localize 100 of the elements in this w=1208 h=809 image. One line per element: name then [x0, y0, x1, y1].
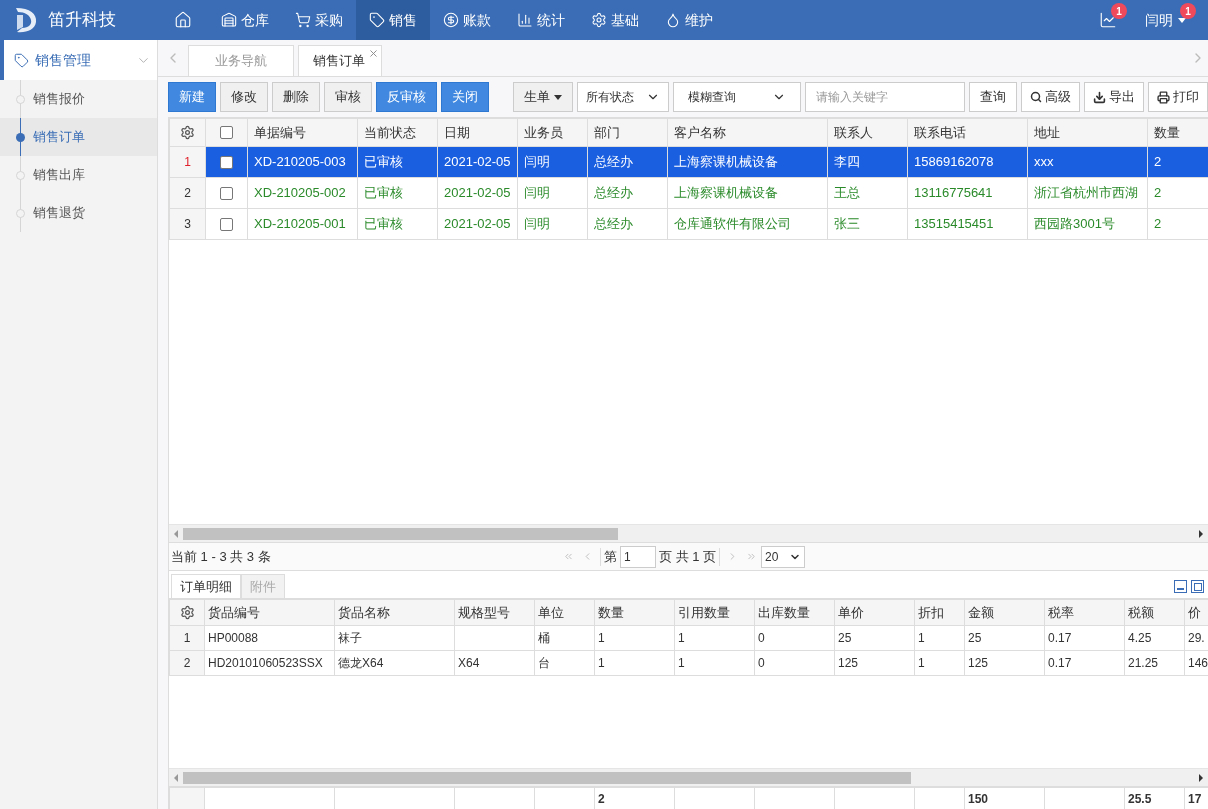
user-menu[interactable]: 闫明 1	[1131, 0, 1208, 40]
column-header[interactable]: 货品编号	[204, 599, 335, 626]
notification-button[interactable]: 1	[1085, 0, 1131, 40]
sidebar-group-header[interactable]: 销售管理	[0, 40, 157, 80]
scrollbar-thumb[interactable]	[183, 527, 618, 540]
column-header[interactable]: 地址	[1027, 118, 1148, 147]
maximize-button[interactable]	[1191, 580, 1204, 593]
settings-icon[interactable]	[180, 125, 195, 140]
table-cell: 0.17	[1044, 625, 1125, 651]
generate-dropdown[interactable]: 生单	[513, 82, 573, 112]
page-size-select[interactable]: 20	[761, 545, 806, 568]
total-value: 25.5	[1128, 791, 1152, 806]
table-cell: HP00088	[204, 625, 335, 651]
order-row[interactable]: 1 XD-210205-003 已审核 2021-02-05 闫明 总经办 上海察课机械设备 李四 15869162078 xxx 2	[169, 146, 1208, 178]
query-button[interactable]: 查询	[969, 82, 1017, 112]
column-header[interactable]: 日期	[437, 118, 518, 147]
advanced-button[interactable]: 高级	[1021, 82, 1080, 112]
user-badge: 1	[1180, 3, 1196, 19]
toolbar-button[interactable]: 删除	[272, 82, 320, 112]
row-checkbox[interactable]	[220, 186, 233, 200]
minimize-button[interactable]	[1174, 580, 1187, 593]
detail-tab[interactable]: 订单明细	[171, 574, 241, 598]
column-header[interactable]: 客户名称	[667, 118, 828, 147]
sidebar-item[interactable]: 销售报价	[0, 80, 157, 118]
scrollbar-thumb[interactable]	[183, 771, 911, 784]
table-cell: 1	[594, 625, 675, 651]
column-header[interactable]: 部门	[587, 118, 668, 147]
sidebar-item[interactable]: 销售订单	[0, 118, 157, 156]
nav-tab[interactable]: 基础	[578, 0, 652, 40]
order-row[interactable]: 2 XD-210205-002 已审核 2021-02-05 闫明 总经办 上海察课机械设备 王总 13116775641 浙江省杭州市西湖 2	[169, 177, 1208, 209]
table-cell: 上海察课机械设备	[667, 146, 828, 178]
keyword-field[interactable]: 请输入关键字	[805, 82, 965, 112]
page-label: 第	[604, 547, 617, 566]
column-header[interactable]: 联系人	[827, 118, 908, 147]
column-header[interactable]: 业务员	[517, 118, 588, 147]
table-cell: 袜子	[334, 625, 455, 651]
table-cell: 闫明	[517, 177, 588, 209]
nav-tab[interactable]: 统计	[504, 0, 578, 40]
toolbar-button[interactable]: 反审核	[376, 82, 437, 112]
tag-icon	[369, 12, 385, 28]
table-cell: 总经办	[587, 177, 668, 209]
column-header[interactable]: 出库数量	[754, 599, 835, 626]
scroll-left-icon[interactable]	[174, 529, 178, 538]
column-header[interactable]: 单据编号	[247, 118, 358, 147]
settings-icon[interactable]	[179, 605, 195, 620]
mode-select[interactable]: 模糊查询	[673, 82, 801, 112]
tag-icon	[14, 52, 29, 68]
toolbar-button[interactable]: 审核	[324, 82, 372, 112]
column-header[interactable]: 单位	[534, 599, 595, 626]
column-header[interactable]: 数量	[594, 599, 675, 626]
horizontal-scrollbar[interactable]	[169, 768, 1208, 786]
column-header[interactable]: 单价	[834, 599, 915, 626]
total-value: 17	[1188, 791, 1202, 806]
cart-icon	[295, 12, 311, 28]
scroll-right-icon[interactable]	[1199, 529, 1203, 538]
table-cell: 0.17	[1044, 650, 1125, 676]
notification-badge: 1	[1111, 3, 1127, 19]
table-cell: 已审核	[357, 177, 438, 209]
column-header[interactable]: 联系电话	[907, 118, 1028, 147]
table-cell: 张三	[827, 208, 908, 240]
pager-summary: 当前 1 - 3 共 3 条	[170, 547, 272, 566]
table-cell: 台	[534, 650, 595, 676]
order-row[interactable]: 3 XD-210205-001 已审核 2021-02-05 闫明 总经办 仓库通软件有限公司 张三 13515415451 西园路3001号 2	[169, 208, 1208, 240]
column-header[interactable]: 价	[1184, 599, 1208, 626]
select-all-checkbox[interactable]	[220, 126, 233, 139]
page-tab[interactable]: 销售订单	[298, 45, 382, 76]
column-header[interactable]: 税率	[1044, 599, 1125, 626]
nav-tab[interactable]: 账款	[430, 0, 504, 40]
table-cell: 125	[964, 650, 1045, 676]
row-checkbox[interactable]	[220, 217, 233, 231]
toolbar-button[interactable]: 关闭	[441, 82, 489, 112]
nav-tab[interactable]: 仓库	[208, 0, 282, 40]
row-number: 2	[169, 650, 205, 676]
column-header[interactable]: 金额	[964, 599, 1045, 626]
column-header[interactable]: 规格型号	[454, 599, 535, 626]
column-header[interactable]: 折扣	[914, 599, 965, 626]
column-header[interactable]: 数量	[1147, 118, 1208, 147]
column-header[interactable]: 引用数量	[674, 599, 755, 626]
page-number-field[interactable]: 1	[620, 545, 656, 568]
scroll-left-icon[interactable]	[174, 773, 178, 782]
toolbar-button[interactable]: 新建	[168, 82, 216, 112]
nav-tab[interactable]: 采购	[282, 0, 356, 40]
page-total: 页 共 1 页	[659, 547, 717, 566]
export-button[interactable]: 导出	[1084, 82, 1144, 112]
scroll-right-icon[interactable]	[1199, 773, 1203, 782]
print-button[interactable]: 打印	[1148, 82, 1208, 112]
horizontal-scrollbar[interactable]	[169, 524, 1208, 542]
column-header[interactable]: 当前状态	[357, 118, 438, 147]
table-cell: 1	[914, 650, 965, 676]
column-header[interactable]: 税额	[1124, 599, 1185, 626]
column-header[interactable]: 货品名称	[334, 599, 455, 626]
sidebar-item[interactable]: 销售退货	[0, 194, 157, 232]
toolbar-button[interactable]: 修改	[220, 82, 268, 112]
nav-tab[interactable]: 维护	[652, 0, 726, 40]
sidebar-item[interactable]: 销售出库	[0, 156, 157, 194]
table-cell: XD-210205-001	[247, 208, 358, 240]
status-select[interactable]: 所有状态	[577, 82, 669, 112]
nav-tab[interactable]: 销售	[356, 0, 430, 40]
row-checkbox[interactable]	[220, 155, 233, 169]
close-icon[interactable]	[368, 48, 379, 59]
